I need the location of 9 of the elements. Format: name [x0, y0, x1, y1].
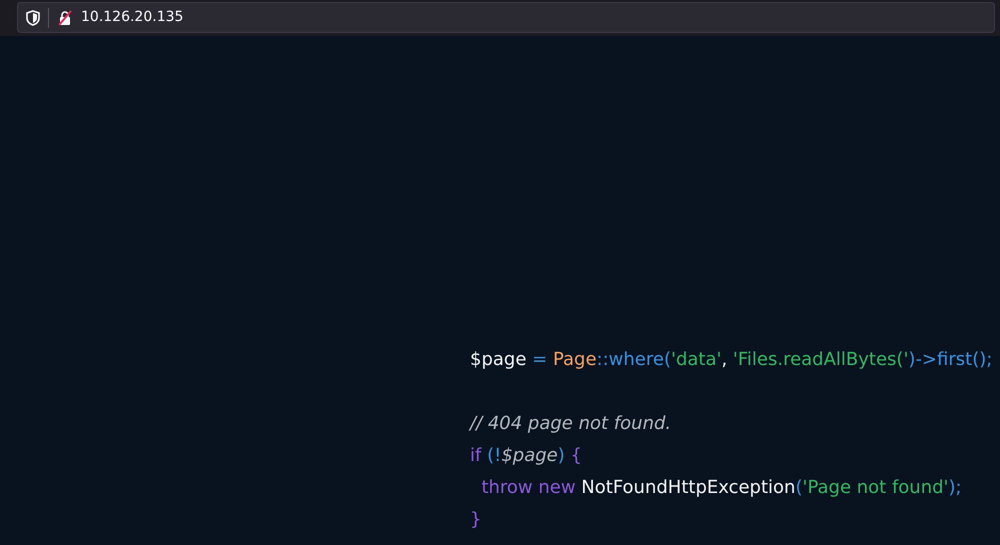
url-text[interactable]: 10.126.20.135: [81, 7, 184, 28]
code-line: $page = Page::where('data', 'Files.readAllBytes(')->first();: [470, 348, 994, 372]
code-line: if (!$page) {: [470, 444, 583, 468]
code-line: throw new NotFoundHttpException('Page not found');: [480, 476, 963, 500]
code-line: // 404 page not found.: [470, 412, 672, 436]
code-line: }: [470, 508, 482, 532]
address-bar[interactable]: 10.126.20.135: [17, 2, 995, 33]
shield-icon[interactable]: [26, 10, 40, 26]
lock-icon[interactable]: [57, 10, 73, 26]
